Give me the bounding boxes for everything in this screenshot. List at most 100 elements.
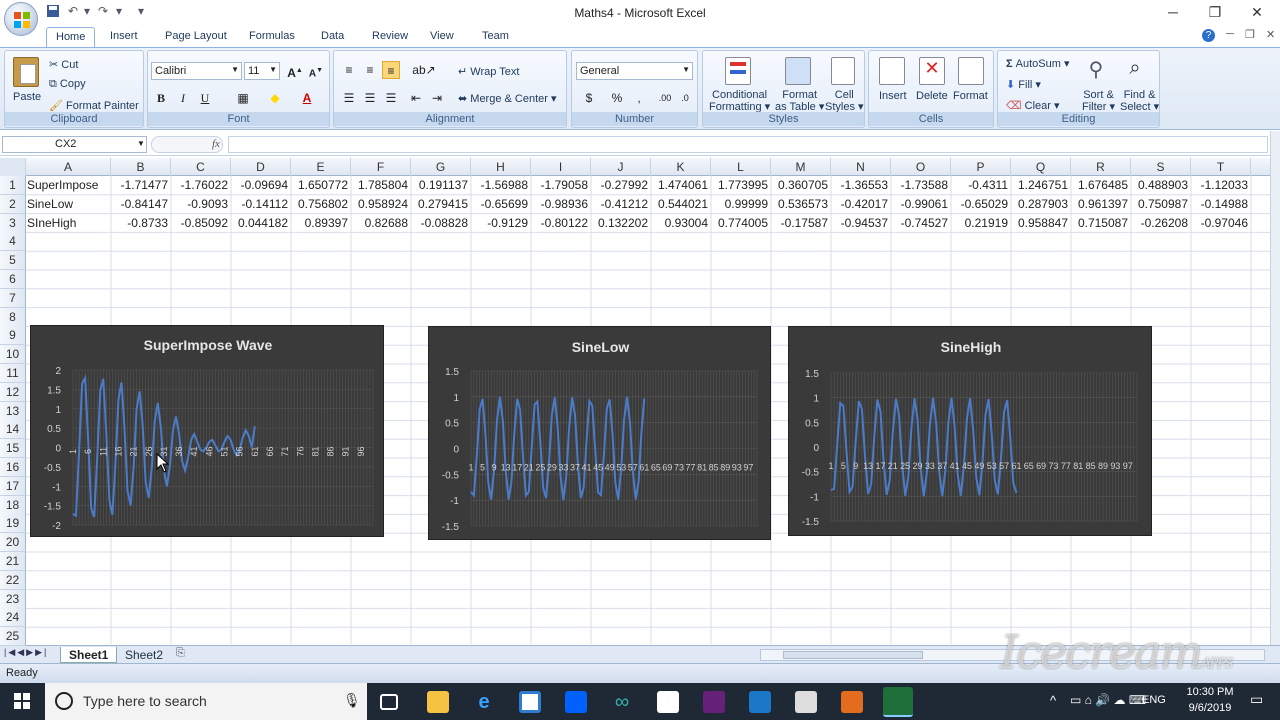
clear-button[interactable]: ⌫ Clear ▾	[1006, 99, 1060, 112]
align-top-icon[interactable]: ≡	[340, 61, 358, 79]
orientation-icon[interactable]: ab↗	[410, 61, 438, 79]
ribbon-close-icon[interactable]: ✕	[1266, 28, 1275, 41]
row-header-16[interactable]: 16	[0, 458, 26, 477]
row-header-13[interactable]: 13	[0, 401, 26, 421]
tab-view[interactable]: View	[430, 30, 454, 42]
row-header-15[interactable]: 15	[0, 439, 26, 459]
restore-icon[interactable]: ❐	[1200, 4, 1230, 21]
taskbar-search[interactable]: Type here to search 🎙	[45, 683, 367, 720]
excel-taskbar-icon[interactable]	[883, 687, 913, 717]
column-header-p[interactable]: P	[951, 158, 1011, 176]
column-header-q[interactable]: Q	[1011, 158, 1071, 176]
sheet-tab-sheet1[interactable]: Sheet1	[60, 647, 118, 663]
row-header-22[interactable]: 22	[0, 570, 26, 590]
clock-time[interactable]: 10:30 PM	[1180, 686, 1240, 698]
font-size-dropdown[interactable]: 11 ▼	[244, 62, 280, 80]
ribbon-minimize-icon[interactable]: ─	[1226, 28, 1234, 40]
cell-j3[interactable]: 0.132202	[591, 214, 651, 233]
dropbox-icon[interactable]	[565, 691, 587, 713]
cell-r3[interactable]: 0.715087	[1071, 214, 1131, 233]
cell-s2[interactable]: 0.750987	[1131, 195, 1191, 214]
column-header-h[interactable]: H	[471, 158, 531, 176]
mail-icon[interactable]	[657, 691, 679, 713]
cell-n3[interactable]: -0.94537	[831, 214, 891, 233]
paste-icon[interactable]	[13, 57, 39, 87]
align-center-icon[interactable]: ☰	[361, 89, 379, 107]
bold-button[interactable]: B	[152, 89, 170, 107]
microphone-icon[interactable]: 🎙	[343, 692, 361, 709]
cell-d3[interactable]: 0.044182	[231, 214, 291, 233]
column-header-l[interactable]: L	[711, 158, 771, 176]
cell-b3[interactable]: -0.8733	[111, 214, 171, 233]
row-header-11[interactable]: 11	[0, 364, 26, 383]
select-all-corner[interactable]	[0, 158, 26, 176]
align-left-icon[interactable]: ☰	[340, 89, 358, 107]
sinelow-chart[interactable]: SineLow 1.5 1 0.5 0 -0.5 -1 -1.5 1 5 9 13 17 21 25 29 33…	[428, 326, 771, 540]
column-header-c[interactable]: C	[171, 158, 231, 176]
number-format-dropdown[interactable]: General ▼	[576, 62, 693, 80]
underline-button[interactable]: U	[196, 89, 214, 107]
insert-sheet-icon[interactable]: ⎘	[176, 647, 185, 660]
edge-icon[interactable]: e	[473, 691, 495, 713]
cell-t2[interactable]: -0.14988	[1191, 195, 1251, 214]
row-header-3[interactable]: 3	[0, 213, 26, 233]
close-icon[interactable]: ✕	[1242, 4, 1272, 21]
cell-i2[interactable]: -0.98936	[531, 195, 591, 214]
cell-s1[interactable]: 0.488903	[1131, 176, 1191, 195]
sheet-tab-sheet2[interactable]: Sheet2	[117, 647, 171, 663]
cell-p3[interactable]: 0.21919	[951, 214, 1011, 233]
sinehigh-chart[interactable]: SineHigh 1.5 1 0.5 0 -0.5 -1 -1.5 1 5 9 13 17 21 25 29 3…	[788, 326, 1152, 536]
cell-e3[interactable]: 0.89397	[291, 214, 351, 233]
grow-font-icon[interactable]: A▲	[286, 62, 304, 80]
cell-c1[interactable]: -1.76022	[171, 176, 231, 195]
app-icon[interactable]	[795, 691, 817, 713]
align-middle-icon[interactable]: ≡	[361, 61, 379, 79]
tab-team[interactable]: Team	[482, 30, 509, 42]
cell-q3[interactable]: 0.958847	[1011, 214, 1071, 233]
cell-k2[interactable]: 0.544021	[651, 195, 711, 214]
cell-f1[interactable]: 1.785804	[351, 176, 411, 195]
cell-j2[interactable]: -0.41212	[591, 195, 651, 214]
cell-k1[interactable]: 1.474061	[651, 176, 711, 195]
cell-s3[interactable]: -0.26208	[1131, 214, 1191, 233]
format-painter-button[interactable]: 🖌 Format Painter	[49, 99, 139, 112]
tray-icons[interactable]: ▭ ⌂ 🔊 ☁ ⌨	[1070, 693, 1146, 707]
cell-i3[interactable]: -0.80122	[531, 214, 591, 233]
cell-m2[interactable]: 0.536573	[771, 195, 831, 214]
cut-button[interactable]: ✂ Cut	[49, 58, 78, 71]
italic-button[interactable]: I	[174, 89, 192, 107]
cell-m3[interactable]: -0.17587	[771, 214, 831, 233]
column-header-f[interactable]: F	[351, 158, 411, 176]
scroll-thumb[interactable]	[783, 651, 923, 659]
cell-h2[interactable]: -0.65699	[471, 195, 531, 214]
paste-button[interactable]: Paste	[13, 91, 41, 103]
sort-filter-button[interactable]: Sort & Filter ▾	[1082, 89, 1115, 113]
cell-a1[interactable]: SuperImpose	[27, 176, 112, 195]
font-name-dropdown[interactable]: Calibri ▼	[151, 62, 242, 80]
tab-formulas[interactable]: Formulas	[249, 30, 295, 42]
column-header-g[interactable]: G	[411, 158, 471, 176]
task-view-icon[interactable]	[380, 694, 398, 710]
sheet-nav-arrows-icon[interactable]: |◀◀▶▶|	[4, 647, 48, 658]
column-header-k[interactable]: K	[651, 158, 711, 176]
row-header-1[interactable]: 1	[0, 176, 26, 195]
row-header-23[interactable]: 23	[0, 589, 26, 609]
cell-n1[interactable]: -1.36553	[831, 176, 891, 195]
shrink-font-icon[interactable]: A▼	[307, 62, 325, 80]
cell-p2[interactable]: -0.65029	[951, 195, 1011, 214]
cell-n2[interactable]: -0.42017	[831, 195, 891, 214]
row-header-12[interactable]: 12	[0, 382, 26, 402]
row-header-24[interactable]: 24	[0, 608, 26, 628]
tray-chevron-icon[interactable]: ^	[1050, 693, 1056, 708]
row-header-8[interactable]: 8	[0, 307, 26, 327]
column-header-d[interactable]: D	[231, 158, 291, 176]
comma-button[interactable]: ,	[630, 89, 648, 107]
cell-e1[interactable]: 1.650772	[291, 176, 351, 195]
cell-b1[interactable]: -1.71477	[111, 176, 171, 195]
fill-color-icon[interactable]: ◆	[266, 89, 284, 107]
increase-decimal-icon[interactable]: .00	[656, 89, 674, 107]
percent-button[interactable]: %	[608, 89, 626, 107]
row-header-6[interactable]: 6	[0, 270, 26, 289]
cell-g1[interactable]: 0.191137	[411, 176, 471, 195]
tab-data[interactable]: Data	[321, 30, 344, 42]
